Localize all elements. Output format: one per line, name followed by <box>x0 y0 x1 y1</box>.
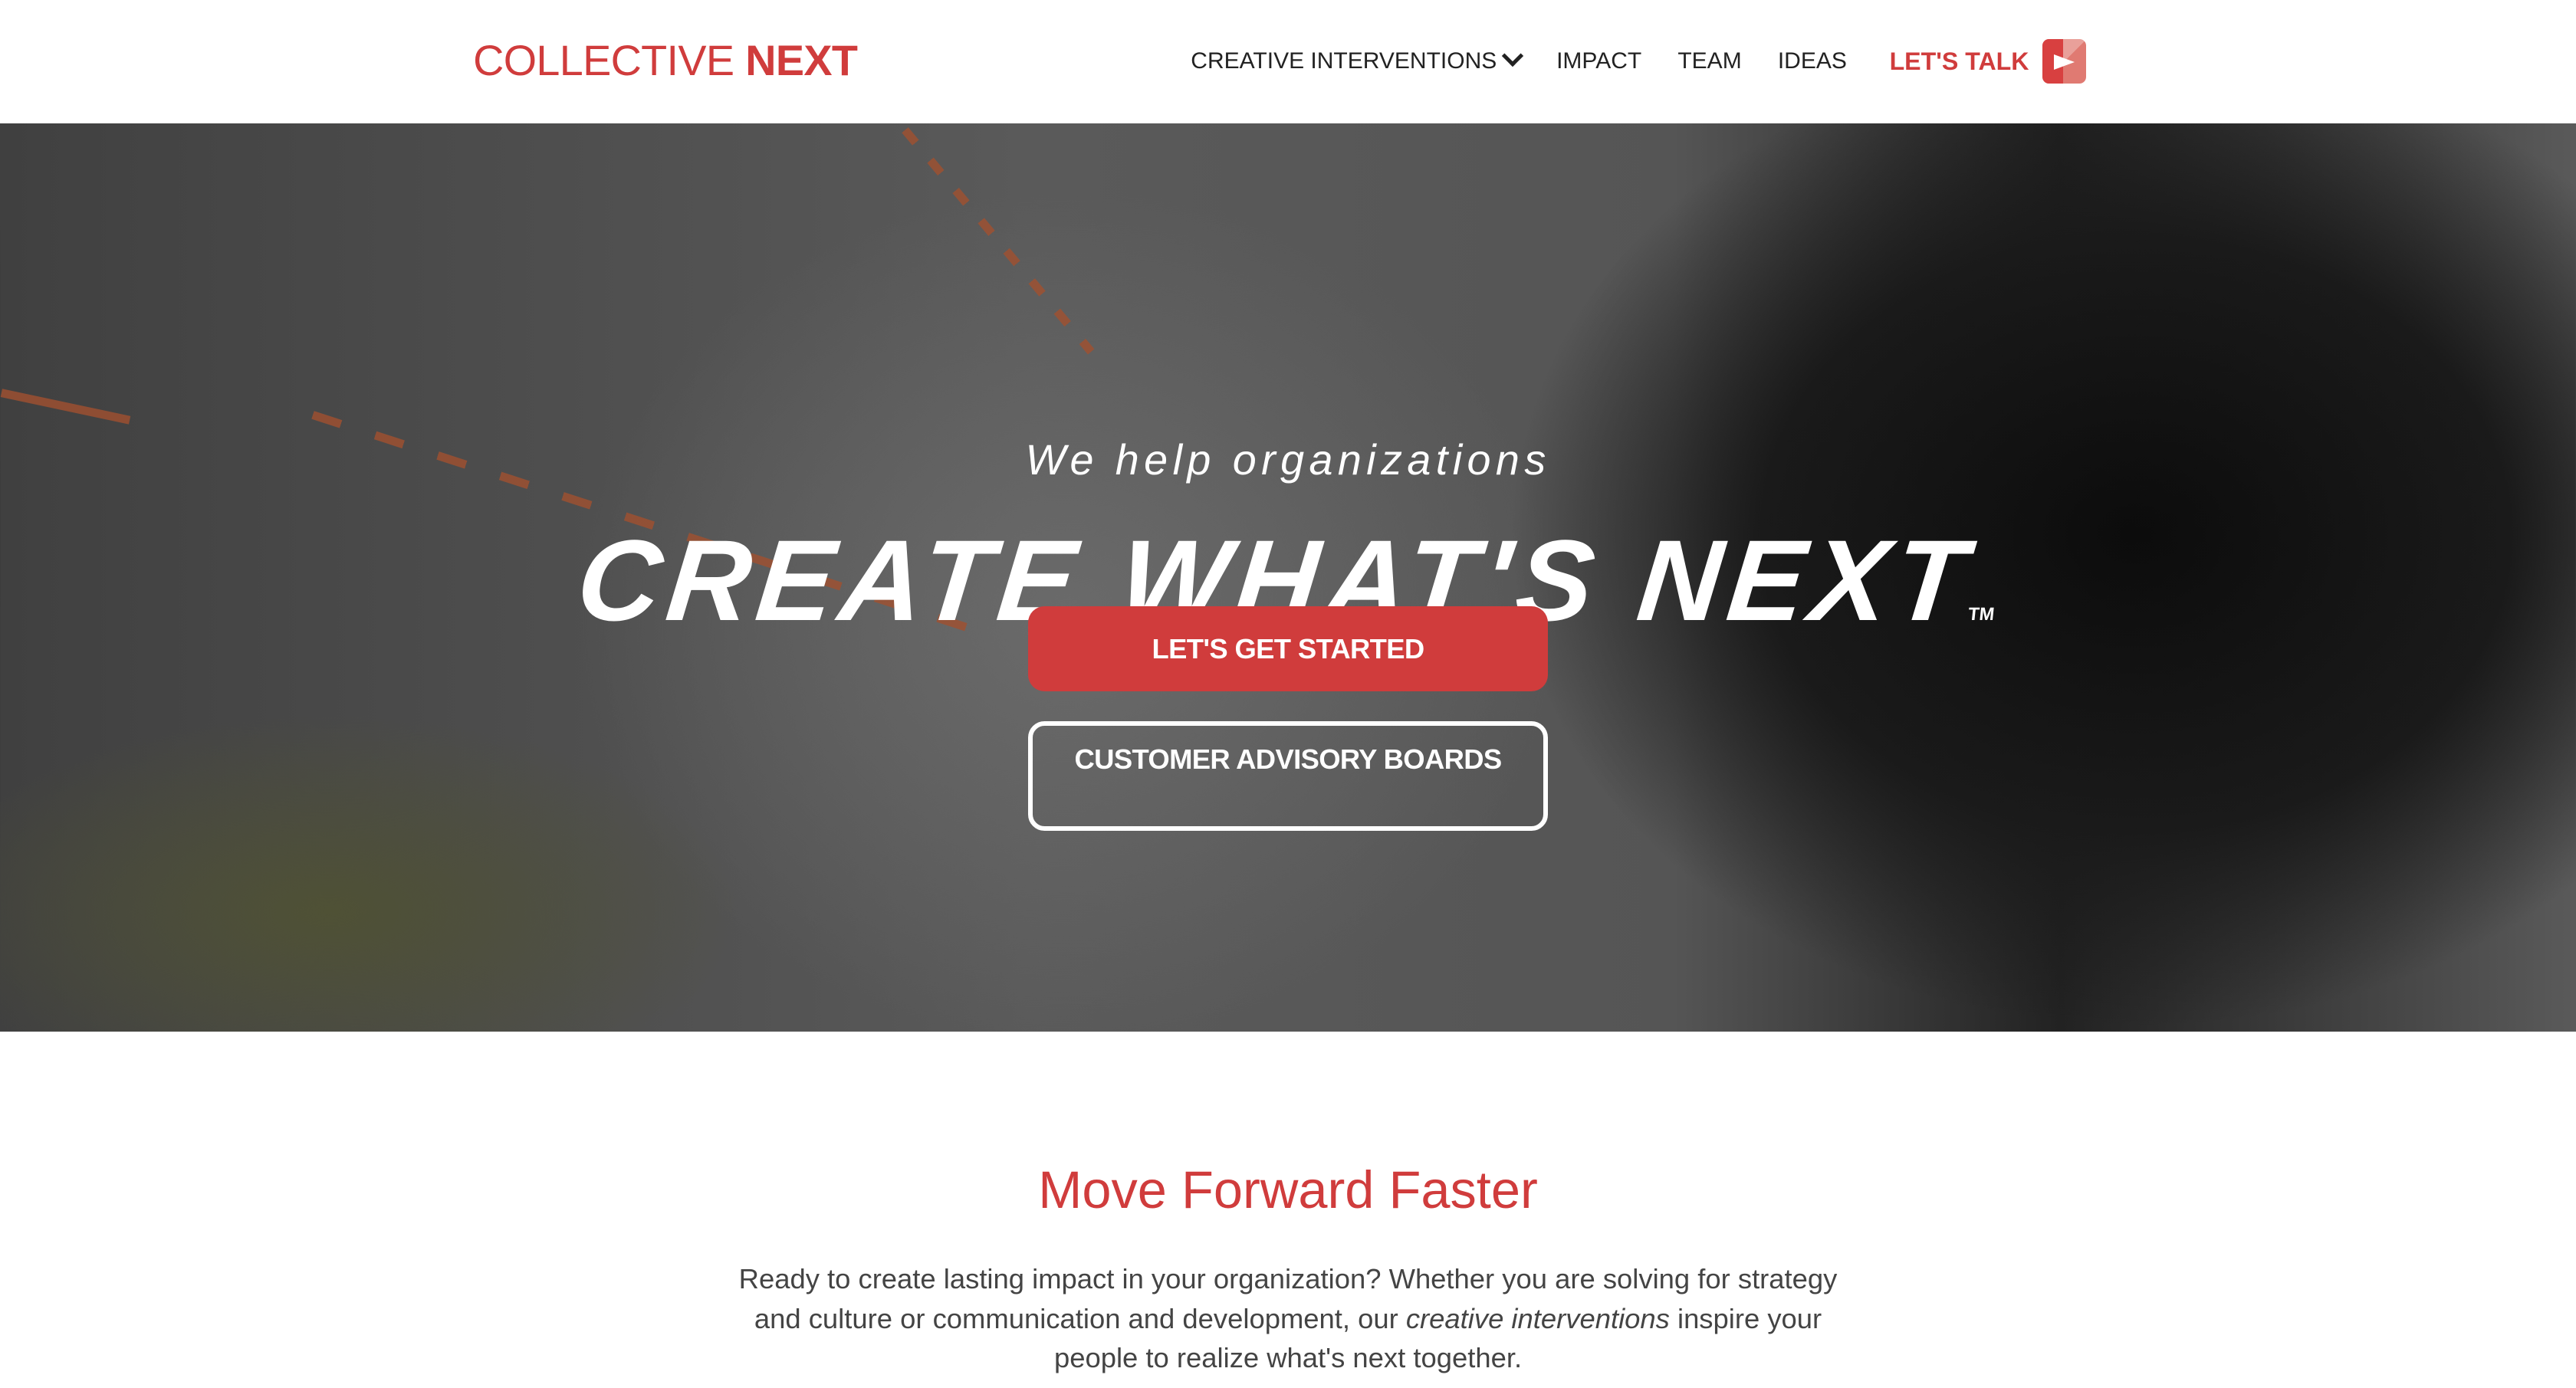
background-decoration <box>876 123 1095 355</box>
body-emphasis: creative interventions <box>1405 1302 1670 1334</box>
logo-text-bold: NEXT <box>745 37 858 85</box>
nav-ideas[interactable]: IDEAS <box>1778 48 1847 74</box>
arrow-right-icon <box>2042 39 2087 84</box>
background-decoration <box>0 389 131 425</box>
lets-talk-label: LET'S TALK <box>1889 47 2029 75</box>
section-body: Ready to create lasting impact in your o… <box>713 1259 1863 1377</box>
get-started-button[interactable]: LET'S GET STARTED <box>1028 605 1548 692</box>
section-title: Move Forward Faster <box>1038 1160 1538 1219</box>
nav-label: CREATIVE INTERVENTIONS <box>1191 48 1497 74</box>
trademark: TM <box>1967 603 1996 624</box>
nav-team[interactable]: TEAM <box>1677 48 1741 74</box>
hero-subtitle: We help organizations <box>1025 435 1551 484</box>
nav-creative-interventions[interactable]: CREATIVE INTERVENTIONS <box>1191 44 1524 74</box>
lets-talk-button[interactable]: LET'S TALK <box>1890 39 2087 84</box>
logo[interactable]: COLLECTIVE NEXT <box>473 36 858 85</box>
main-nav: CREATIVE INTERVENTIONS IMPACT TEAM IDEAS… <box>1191 0 2087 123</box>
intro-section: Move Forward Faster Ready to create last… <box>0 1160 2576 1378</box>
site-header: COLLECTIVE NEXT CREATIVE INTERVENTIONS I… <box>0 0 2576 123</box>
customer-advisory-boards-button[interactable]: CUSTOMER ADVISORY BOARDS <box>1028 720 1548 832</box>
nav-impact[interactable]: IMPACT <box>1556 48 1641 74</box>
chevron-down-icon <box>1501 44 1524 67</box>
hero: We help organizations CREATE WHAT'S NEXT… <box>0 123 2576 1032</box>
logo-text: COLLECTIVE <box>473 37 734 85</box>
